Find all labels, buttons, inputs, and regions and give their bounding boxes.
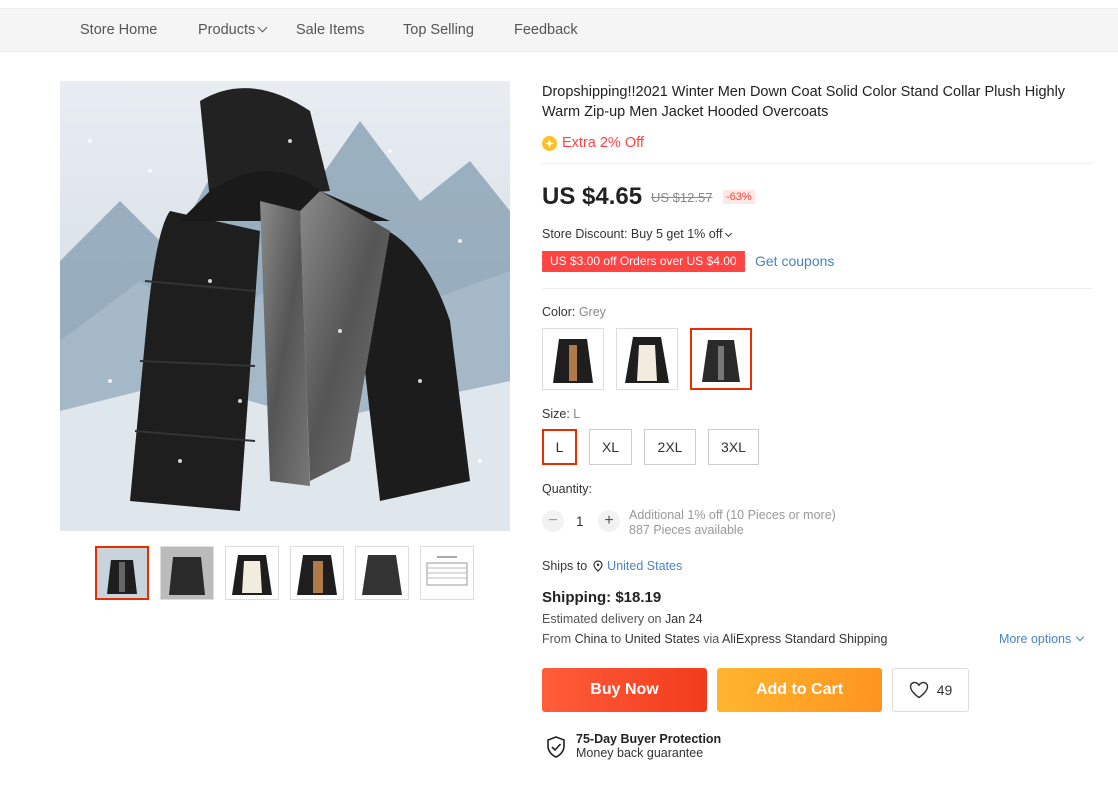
via-word: via (703, 632, 720, 646)
thumbnail-3[interactable] (225, 546, 279, 600)
discount-badge: -63% (723, 190, 755, 204)
add-to-cart-button[interactable]: Add to Cart (717, 668, 882, 712)
size-option-2xl[interactable]: 2XL (644, 429, 696, 465)
nav-store-home[interactable]: Store Home (80, 22, 157, 38)
origin: China (574, 632, 608, 646)
color-label: Color: Grey (542, 305, 606, 319)
thumbnail-1[interactable] (95, 546, 149, 600)
store-discount-label: Store Discount: Buy 5 get 1% off (542, 227, 723, 241)
nav-products-label: Products (198, 22, 256, 38)
size-option-l[interactable]: L (542, 429, 577, 465)
divider (542, 163, 1092, 164)
shipping-route: From China to United States via AliExpre… (542, 632, 887, 646)
thumbnail-2[interactable] (160, 546, 214, 600)
ships-to: Ships to United States (542, 559, 682, 573)
coin-icon (542, 135, 557, 151)
heart-icon (909, 681, 929, 699)
wishlist-button[interactable]: 49 (892, 668, 969, 712)
extra-off-label: Extra 2% Off (562, 135, 644, 151)
chevron-down-icon (1076, 632, 1085, 642)
size-option-3xl[interactable]: 3XL (708, 429, 759, 465)
nav-sale-items[interactable]: Sale Items (296, 22, 365, 38)
quantity-info: Additional 1% off (10 Pieces or more) 88… (629, 508, 836, 538)
size-label: Size: L (542, 407, 580, 421)
buyer-protection: 75-Day Buyer Protection Money back guara… (546, 732, 721, 760)
top-strip (0, 0, 1118, 9)
est-date: Jan 24 (665, 612, 703, 626)
divider (542, 288, 1092, 289)
protection-title: 75-Day Buyer Protection (576, 732, 722, 746)
size-label-text: Size: (542, 407, 570, 421)
color-swatch-1[interactable] (542, 328, 604, 390)
quantity-decrease-button[interactable]: − (542, 510, 564, 532)
current-price: US $4.65 (542, 183, 643, 210)
to-word: to (610, 632, 622, 646)
quantity-increase-button[interactable]: + (598, 510, 620, 532)
original-price: US $12.57 (651, 190, 713, 205)
color-swatch-3-grey[interactable] (690, 328, 752, 390)
thumbnail-4[interactable] (290, 546, 344, 600)
more-options-label: More options (999, 632, 1072, 646)
stock-available-text: 887 Pieces available (629, 523, 744, 537)
destination: United States (624, 632, 700, 646)
color-label-text: Color: (542, 305, 576, 319)
ships-to-country[interactable]: United States (607, 559, 682, 573)
thumbnail-5[interactable] (355, 546, 409, 600)
quantity-value[interactable]: 1 (576, 514, 584, 529)
color-swatch-2[interactable] (616, 328, 678, 390)
est-prefix: Estimated delivery on (542, 612, 662, 626)
store-nav: Store Home Products Sale Items Top Selli… (0, 9, 1118, 52)
store-discount[interactable]: Store Discount: Buy 5 get 1% off (542, 227, 733, 241)
buy-now-button[interactable]: Buy Now (542, 668, 707, 712)
color-value: Grey (578, 305, 606, 319)
nav-feedback[interactable]: Feedback (514, 22, 578, 38)
from-word: From (542, 632, 572, 646)
carrier: AliExpress Standard Shipping (722, 632, 888, 646)
quantity-label: Quantity: (542, 482, 593, 496)
wishlist-count: 49 (936, 682, 953, 698)
bulk-discount-text: Additional 1% off (10 Pieces or more) (629, 508, 836, 522)
chevron-down-icon (257, 22, 268, 33)
thumbnail-6-size-chart[interactable] (420, 546, 474, 600)
main-product-image[interactable] (60, 81, 510, 531)
get-coupons-link[interactable]: Get coupons (755, 253, 834, 269)
coupon-ticket: US $3.00 off Orders over US $4.00 (540, 251, 745, 272)
location-pin-icon (593, 560, 603, 572)
nav-top-selling[interactable]: Top Selling (403, 22, 474, 38)
shield-check-icon (546, 736, 566, 760)
product-title: Dropshipping!!2021 Winter Men Down Coat … (542, 84, 1066, 120)
protection-subtitle: Money back guarantee (576, 746, 704, 760)
extra-off: Extra 2% Off (542, 135, 644, 151)
nav-products[interactable]: Products (198, 22, 268, 38)
size-value: L (573, 407, 581, 421)
chevron-down-icon (725, 229, 733, 238)
size-option-xl[interactable]: XL (589, 429, 632, 465)
estimated-delivery: Estimated delivery on Jan 24 (542, 612, 703, 626)
ships-to-label: Ships to (542, 559, 588, 573)
shipping-cost: Shipping: $18.19 (542, 589, 662, 606)
more-options-link[interactable]: More options (999, 632, 1085, 646)
